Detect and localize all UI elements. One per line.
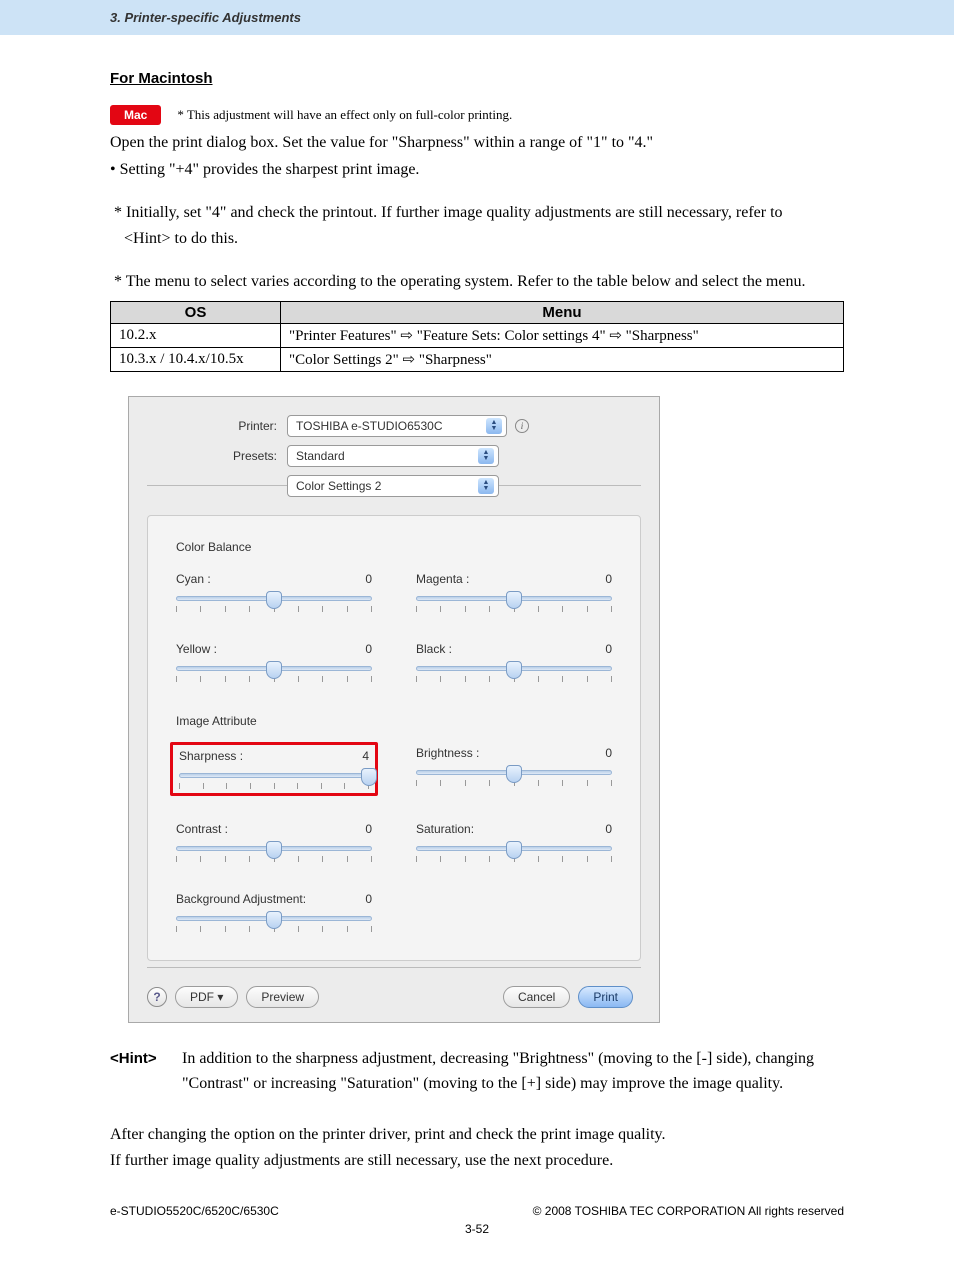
presets-label: Presets: xyxy=(147,449,287,463)
pane-select[interactable]: Color Settings 2 ▲▼ xyxy=(287,475,499,497)
slider-yellow[interactable]: Yellow :0 xyxy=(176,642,372,686)
pdf-button[interactable]: PDF ▾ xyxy=(175,986,238,1008)
paragraph: After changing the option on the printer… xyxy=(110,1123,844,1148)
page-number: 3-52 xyxy=(110,1222,844,1236)
help-button[interactable]: ? xyxy=(147,987,167,1007)
cancel-button[interactable]: Cancel xyxy=(503,986,570,1008)
slider-thumb[interactable] xyxy=(506,591,522,609)
preview-button[interactable]: Preview xyxy=(246,986,319,1008)
slider-black[interactable]: Black :0 xyxy=(416,642,612,686)
print-dialog: Printer: TOSHIBA e-STUDIO6530C ▲▼ i Pres… xyxy=(128,396,660,1023)
chevron-updown-icon: ▲▼ xyxy=(478,448,494,464)
chapter-header: 3. Printer-specific Adjustments xyxy=(0,0,954,35)
slider-brightness[interactable]: Brightness :0 xyxy=(416,746,612,796)
slider-contrast[interactable]: Contrast :0 xyxy=(176,822,372,866)
printer-select[interactable]: TOSHIBA e-STUDIO6530C ▲▼ xyxy=(287,415,507,437)
footer-model: e-STUDIO5520C/6520C/6530C xyxy=(110,1204,279,1218)
paragraph: If further image quality adjustments are… xyxy=(110,1149,844,1174)
chevron-updown-icon: ▲▼ xyxy=(478,478,494,494)
table-header-menu: Menu xyxy=(281,301,844,323)
settings-panel: Color Balance Cyan :0 Magenta :0 Yellow … xyxy=(147,515,641,961)
group-color-balance: Color Balance xyxy=(176,540,612,554)
mac-note: * This adjustment will have an effect on… xyxy=(177,107,512,123)
slider-saturation[interactable]: Saturation:0 xyxy=(416,822,612,866)
hint-body: In addition to the sharpness adjustment,… xyxy=(182,1047,844,1097)
paragraph: Open the print dialog box. Set the value… xyxy=(110,131,844,156)
table-row: 10.3.x / 10.4.x/10.5x "Color Settings 2"… xyxy=(111,347,844,371)
slider-thumb[interactable] xyxy=(266,661,282,679)
slider-sharpness[interactable]: Sharpness :4 xyxy=(176,746,372,796)
hint-label: <Hint> xyxy=(110,1047,182,1097)
bullet: • Setting "+4" provides the sharpest pri… xyxy=(110,158,844,183)
slider-thumb[interactable] xyxy=(506,661,522,679)
note-line: <Hint> to do this. xyxy=(110,227,844,252)
slider-thumb[interactable] xyxy=(361,768,377,786)
slider-thumb[interactable] xyxy=(266,911,282,929)
group-image-attribute: Image Attribute xyxy=(176,714,612,728)
slider-thumb[interactable] xyxy=(506,765,522,783)
table-header-os: OS xyxy=(111,301,281,323)
printer-label: Printer: xyxy=(147,419,287,433)
note-line: * Initially, set "4" and check the print… xyxy=(110,201,844,226)
slider-thumb[interactable] xyxy=(506,841,522,859)
presets-select[interactable]: Standard ▲▼ xyxy=(287,445,499,467)
table-row: 10.2.x "Printer Features" ⇨ "Feature Set… xyxy=(111,323,844,347)
slider-magenta[interactable]: Magenta :0 xyxy=(416,572,612,616)
slider-cyan[interactable]: Cyan :0 xyxy=(176,572,372,616)
print-button[interactable]: Print xyxy=(578,986,633,1008)
note-line: * The menu to select varies according to… xyxy=(110,270,844,295)
chevron-updown-icon: ▲▼ xyxy=(486,418,502,434)
footer-copyright: © 2008 TOSHIBA TEC CORPORATION All right… xyxy=(533,1204,844,1218)
slider-thumb[interactable] xyxy=(266,841,282,859)
mac-badge: Mac xyxy=(110,105,161,125)
info-icon[interactable]: i xyxy=(515,419,529,433)
os-menu-table: OS Menu 10.2.x "Printer Features" ⇨ "Fea… xyxy=(110,301,844,372)
slider-background-adjustment[interactable]: Background Adjustment:0 xyxy=(176,892,372,936)
section-title: For Macintosh xyxy=(110,70,844,87)
slider-thumb[interactable] xyxy=(266,591,282,609)
